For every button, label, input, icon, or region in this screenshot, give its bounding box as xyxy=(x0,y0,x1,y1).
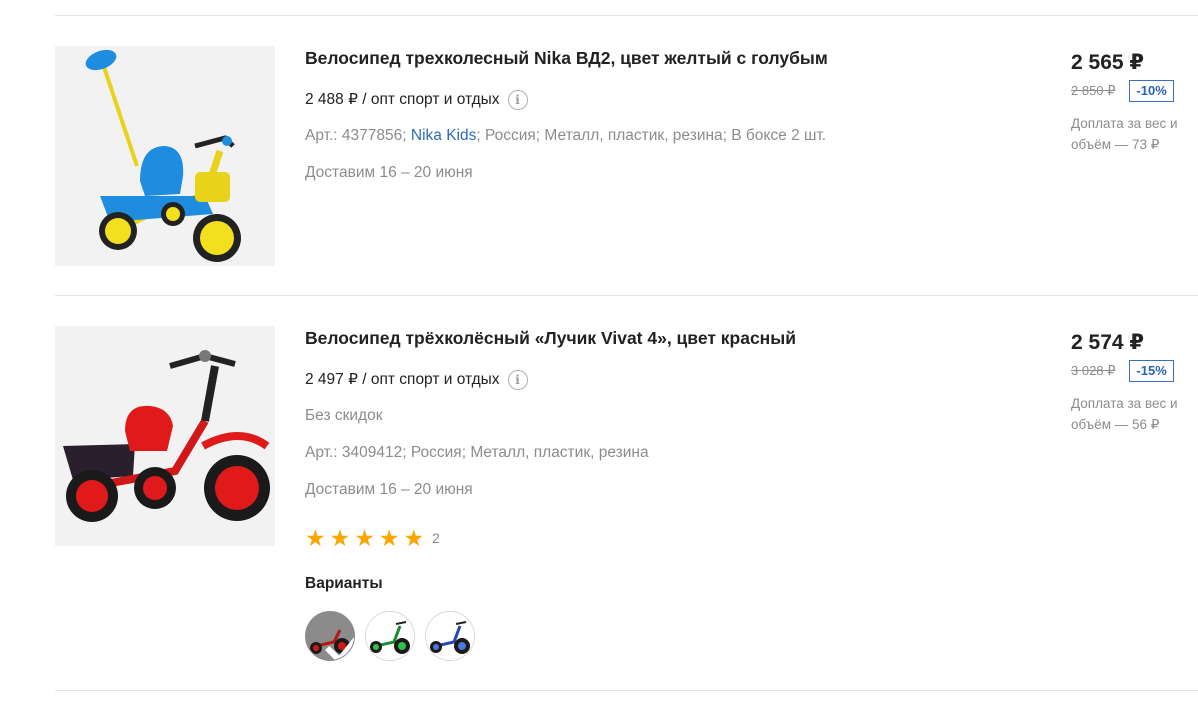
variant-red[interactable] xyxy=(305,611,355,661)
current-price: 2 565 ₽ xyxy=(1071,51,1144,74)
middle-divider xyxy=(55,295,1198,296)
product-image[interactable] xyxy=(55,326,275,546)
opt-price-row: 2 497 ₽ / опт спорт и отдых i xyxy=(305,370,528,390)
check-icon xyxy=(325,637,354,660)
variants-list xyxy=(305,611,475,661)
product-attributes: Арт.: 3409412; Россия; Металл, пластик, … xyxy=(305,444,649,461)
variants-label: Варианты xyxy=(305,575,383,592)
info-icon[interactable]: i xyxy=(507,370,528,390)
current-price: 2 574 ₽ xyxy=(1071,331,1144,354)
info-icon[interactable]: i xyxy=(507,90,528,110)
bottom-divider xyxy=(55,690,1198,691)
rating-stars[interactable]: ★ ★ ★ ★ ★ 2 xyxy=(305,525,440,551)
variant-green[interactable] xyxy=(365,611,415,661)
discount-badge: -15% xyxy=(1129,360,1174,382)
old-price: 2 850 ₽ xyxy=(1071,83,1116,98)
old-price-row: 2 850 ₽ -10% xyxy=(1071,80,1174,102)
old-price-row: 3 028 ₽ -15% xyxy=(1071,360,1174,382)
old-price: 3 028 ₽ xyxy=(1071,363,1116,378)
product-card: Велосипед трехколесный Nika ВД2, цвет же… xyxy=(0,46,1198,276)
attributes-text: ; Россия; Металл, пластик, резина; В бок… xyxy=(476,127,827,144)
variant-blue[interactable] xyxy=(425,611,475,661)
price-block: 2 574 ₽ 3 028 ₽ -15% Доплата за вес и об… xyxy=(1071,331,1198,432)
opt-price-row: 2 488 ₽ / опт спорт и отдых i xyxy=(305,90,528,110)
star-icon: ★ xyxy=(403,525,425,551)
no-discounts-label: Без скидок xyxy=(305,407,383,424)
top-divider xyxy=(55,15,1198,16)
delivery-info: Доставим 16 – 20 июня xyxy=(305,164,473,181)
tricycle-red-image xyxy=(55,326,275,546)
star-icon: ★ xyxy=(329,525,351,551)
price-block: 2 565 ₽ 2 850 ₽ -10% Доплата за вес и об… xyxy=(1071,51,1198,152)
weight-surcharge: Доплата за вес и объём — 73 ₽ xyxy=(1071,116,1178,152)
weight-surcharge: Доплата за вес и объём — 56 ₽ xyxy=(1071,396,1178,432)
opt-price: 2 497 ₽ / опт спорт и отдых xyxy=(305,371,500,388)
tricycle-green-thumb xyxy=(366,612,414,660)
delivery-info: Доставим 16 – 20 июня xyxy=(305,481,473,498)
product-info: Велосипед трёхколёсный «Лучик Vivat 4», … xyxy=(305,326,1025,661)
brand-link[interactable]: Nika Kids xyxy=(411,127,476,144)
tricycle-blue-thumb xyxy=(426,612,474,660)
discount-badge: -10% xyxy=(1129,80,1174,102)
star-icon: ★ xyxy=(305,525,326,551)
product-image[interactable] xyxy=(55,46,275,266)
product-card: Велосипед трёхколёсный «Лучик Vivat 4», … xyxy=(0,326,1198,676)
reviews-count[interactable]: 2 xyxy=(432,528,440,548)
product-title[interactable]: Велосипед трехколесный Nika ВД2, цвет же… xyxy=(305,46,1025,70)
opt-price: 2 488 ₽ / опт спорт и отдых xyxy=(305,91,500,108)
product-info: Велосипед трехколесный Nika ВД2, цвет же… xyxy=(305,46,1025,181)
article-number: Арт.: 4377856; xyxy=(305,127,407,144)
product-title[interactable]: Велосипед трёхколёсный «Лучик Vivat 4», … xyxy=(305,326,1025,350)
product-attributes: Арт.: 4377856; Nika Kids; Россия; Металл… xyxy=(305,126,826,146)
tricycle-yellow-image xyxy=(55,46,275,266)
star-icon: ★ xyxy=(354,525,375,551)
star-icon: ★ xyxy=(378,525,400,551)
